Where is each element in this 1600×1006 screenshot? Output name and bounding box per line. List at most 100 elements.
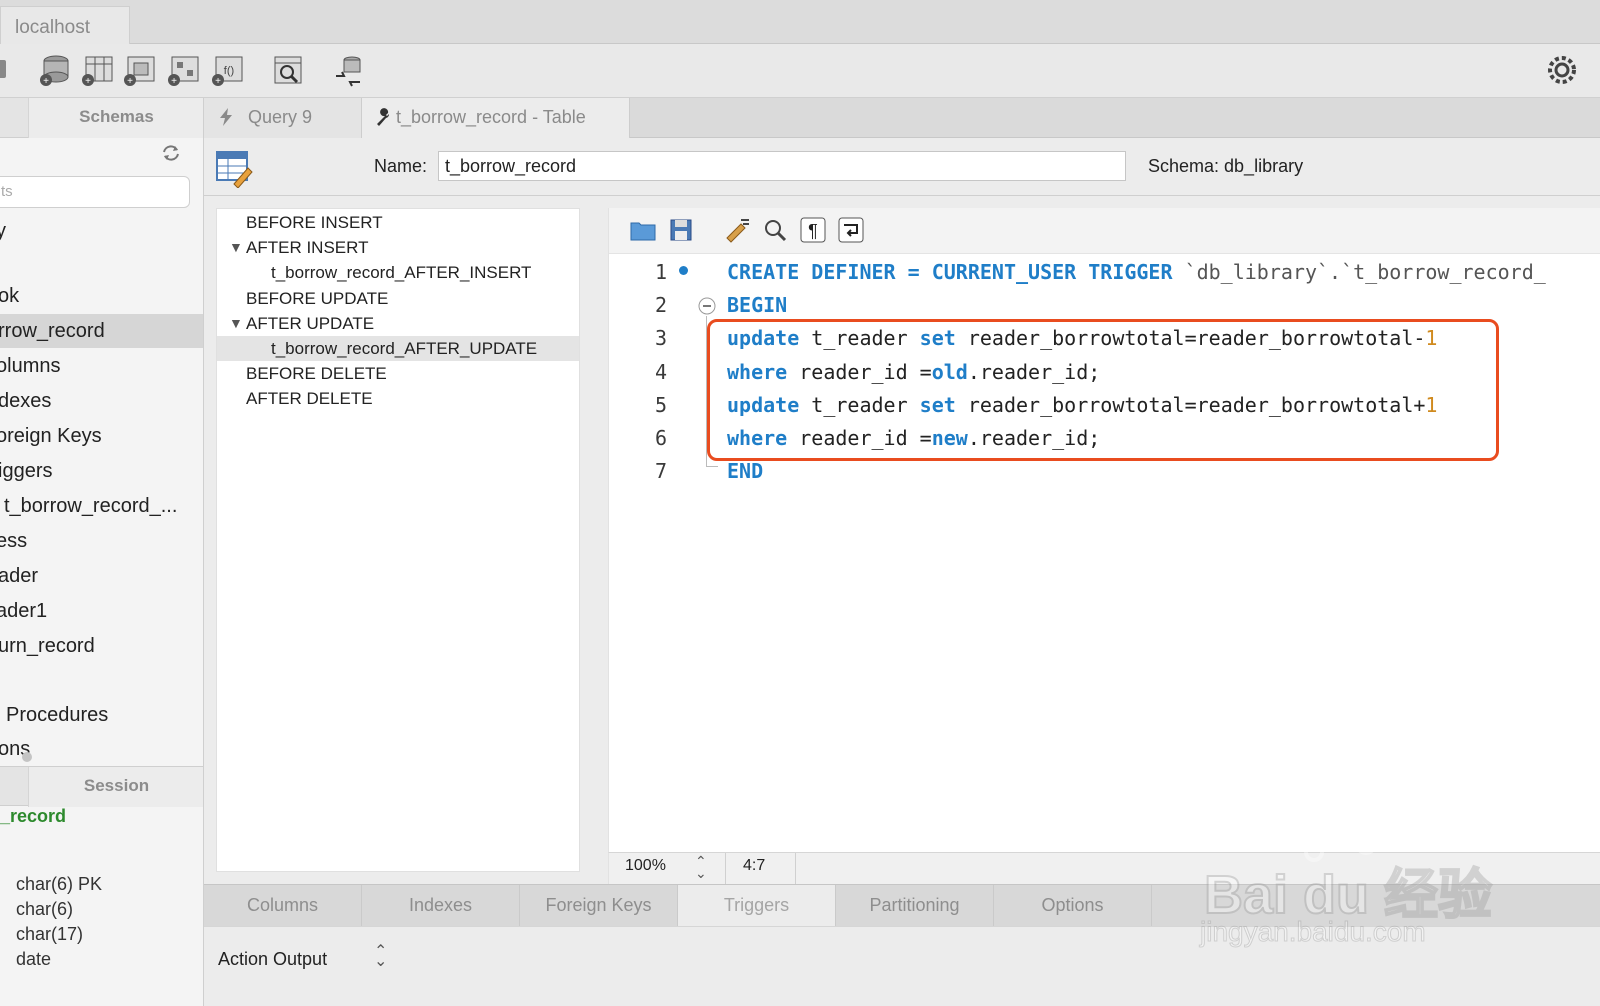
svg-text:¶: ¶ (808, 221, 818, 241)
reconnect-icon[interactable] (330, 52, 366, 88)
schema-tree-item[interactable]: oreign Keys (0, 419, 203, 453)
schema-tree-item[interactable]: ader (0, 559, 203, 593)
trigger-event-group[interactable]: ▼ AFTER INSERT (217, 235, 579, 260)
schema-filter-input[interactable]: ts (0, 176, 190, 208)
create-table-icon[interactable]: + (80, 52, 116, 88)
trigger-tree: BEFORE INSERT ▼ AFTER INSERT t_borrow_recor… (216, 208, 580, 872)
statement-marker-icon (679, 266, 688, 275)
svg-text:+: + (85, 76, 91, 87)
annotation-highlight-box (707, 319, 1499, 461)
schema-tree-item[interactable]: Procedures (0, 698, 203, 732)
disclosure-triangle-icon[interactable]: ▼ (229, 235, 243, 260)
trigger-event-group[interactable]: BEFORE UPDATE (217, 286, 579, 311)
zoom-level[interactable]: 100% (625, 857, 666, 875)
invisible-chars-icon[interactable]: ¶ (799, 216, 827, 244)
tab-query-label: Query 9 (248, 107, 313, 127)
beautify-icon[interactable] (723, 216, 751, 244)
svg-text:+: + (171, 76, 177, 87)
settings-icon[interactable] (1544, 52, 1580, 88)
line-number: 7 (654, 459, 667, 484)
info-column-type: char(6) PK (16, 874, 103, 894)
trigger-sql-editor[interactable]: ¶ 1 CREATE DEFINER = CURRENT_USER TRIGGER… (608, 208, 1600, 852)
connection-tab-localhost[interactable]: localhost (0, 6, 130, 44)
info-object-title: _record (0, 806, 67, 826)
find-icon[interactable] (761, 216, 789, 244)
tab-foreign-keys[interactable]: Foreign Keys (520, 885, 678, 927)
schema-tree-item-label: iggers (0, 460, 53, 482)
trigger-event-group[interactable]: BEFORE DELETE (217, 361, 579, 386)
fold-guide-end (706, 466, 718, 467)
tab-triggers[interactable]: Triggers (678, 885, 836, 927)
inspect-icon[interactable] (270, 52, 306, 88)
code-token: END (727, 459, 764, 484)
schema-tree-item-label: urn_record (0, 635, 95, 657)
lightning-icon (220, 108, 232, 126)
code-token: `db_library`.`t_borrow_record_ (1184, 260, 1546, 284)
trigger-item[interactable]: t_borrow_record_AFTER_UPDATE (217, 336, 579, 361)
table-name-input[interactable]: t_borrow_record (438, 151, 1126, 181)
schema-tree-item-label: ader1 (0, 600, 48, 622)
tab-session[interactable]: Session (28, 767, 203, 807)
schema-tree-item[interactable]: olumns (0, 349, 203, 383)
info-column-type: char(17) (16, 924, 84, 944)
schema-tree-item[interactable]: ess (0, 524, 203, 558)
code-line[interactable]: CREATE DEFINER = CURRENT_USER TRIGGER `d… (727, 260, 1546, 284)
schema-tree-item-label: oreign Keys (0, 425, 102, 447)
line-number: 6 (654, 426, 667, 450)
schema-tree-item[interactable]: ok (0, 279, 203, 313)
fold-collapse-icon[interactable] (697, 296, 717, 316)
schema-tree-item[interactable]: dexes (0, 384, 203, 418)
create-function-icon[interactable]: f()+ (210, 52, 246, 88)
trigger-label: BEFORE DELETE (246, 364, 387, 384)
schema-tree-item[interactable]: urn_record (0, 629, 203, 663)
schema-tree-item[interactable]: ader1 (0, 594, 203, 628)
zoom-stepper-icon[interactable]: ⌃ ⌄ (695, 854, 707, 880)
tab-columns[interactable]: Columns (204, 885, 362, 927)
trigger-label: AFTER UPDATE (246, 313, 375, 333)
info-column-type: char(6) (16, 899, 74, 919)
tab-options[interactable]: Options (994, 885, 1152, 927)
trigger-event-group[interactable]: ▼ AFTER UPDATE (217, 311, 579, 336)
schema-tree-item-label: rrow_record (0, 320, 105, 342)
word-wrap-icon[interactable] (837, 216, 865, 244)
output-selector-icon[interactable]: ⌃ ⌄ (374, 944, 387, 970)
code-line[interactable]: BEGIN (727, 293, 787, 317)
new-connection-icon[interactable] (0, 52, 16, 88)
trigger-event-group[interactable]: BEFORE INSERT (217, 210, 579, 235)
action-output-label[interactable]: Action Output (218, 949, 327, 970)
trigger-item[interactable]: t_borrow_record_AFTER_INSERT (217, 260, 579, 285)
tab-indexes[interactable]: Indexes (362, 885, 520, 927)
schema-tree-item[interactable]: y (0, 214, 203, 248)
schema-tree-item[interactable]: ons (0, 732, 203, 766)
tab-table-editor[interactable]: t_borrow_record - Table (362, 98, 630, 138)
schema-label: Schema: db_library (1148, 156, 1304, 176)
code-token: BEGIN (727, 293, 788, 318)
navigator-sidebar: Schemas ts y ok rrow_recordolumns dexes orei… (0, 98, 204, 1006)
trigger-label: t_borrow_record_AFTER_UPDATE (271, 339, 538, 358)
status-divider (725, 853, 726, 885)
name-label: Name: (374, 156, 428, 176)
schema-tree-item-label: ok (0, 285, 20, 307)
create-schema-icon[interactable]: + (38, 52, 74, 88)
schema-tree-item[interactable]: iggers (0, 454, 203, 488)
status-divider (795, 853, 796, 885)
splitter-handle[interactable] (22, 752, 32, 762)
create-view-icon[interactable]: + (122, 52, 158, 88)
tab-table-label: t_borrow_record - Table (396, 107, 586, 127)
cursor-position: 4:7 (743, 857, 766, 874)
line-number: 4 (654, 359, 667, 384)
tab-partitioning[interactable]: Partitioning (836, 885, 994, 927)
create-procedure-icon[interactable]: + (166, 52, 202, 88)
tab-schemas[interactable]: Schemas (28, 98, 203, 138)
save-icon[interactable] (667, 216, 695, 244)
schema-tree-item[interactable]: t_borrow_record_... (0, 489, 203, 523)
refresh-icon[interactable] (160, 142, 182, 164)
trigger-event-group[interactable]: AFTER DELETE (217, 386, 579, 411)
trigger-label: AFTER DELETE (246, 389, 373, 409)
schema-tree-item[interactable]: rrow_record (0, 314, 203, 348)
open-file-icon[interactable] (629, 216, 657, 244)
disclosure-triangle-icon[interactable]: ▼ (229, 311, 243, 336)
code-line[interactable]: END (727, 459, 763, 483)
tab-query-9[interactable]: Query 9 (204, 98, 362, 138)
trigger-label: t_borrow_record_AFTER_INSERT (271, 263, 532, 283)
